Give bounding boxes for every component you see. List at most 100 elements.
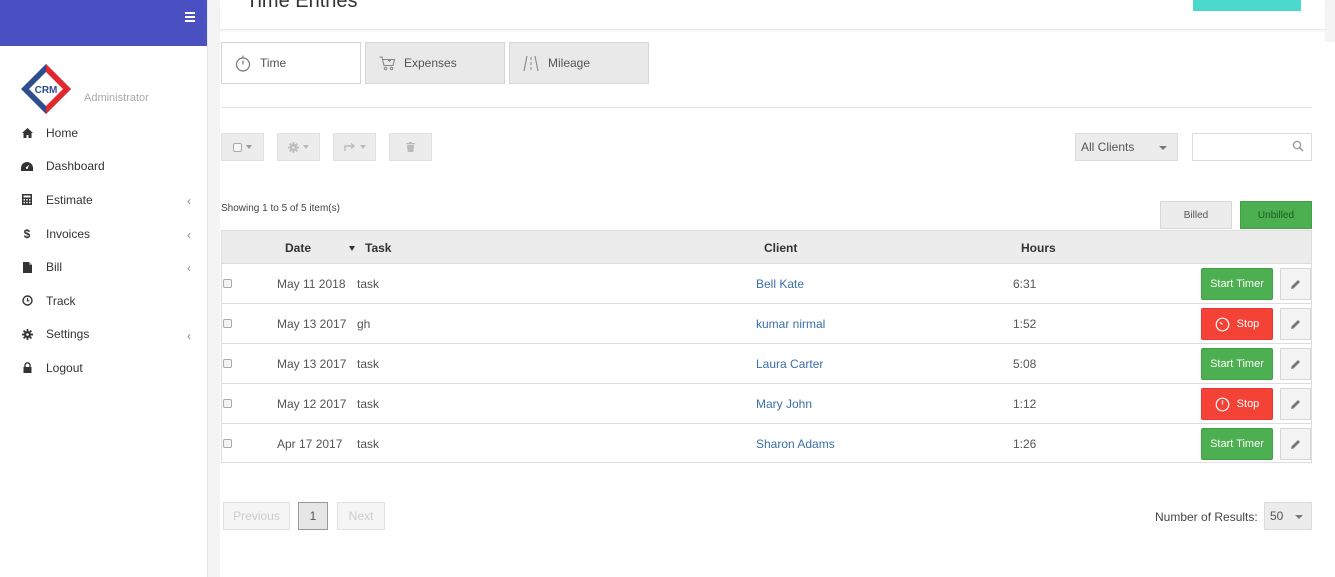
next-page-button[interactable]: Next <box>337 502 385 530</box>
client-filter-select[interactable]: All Clients <box>1075 133 1178 161</box>
stop-timer-button[interactable]: Stop <box>1201 388 1273 420</box>
gear-icon <box>20 327 34 341</box>
actions-dropdown[interactable] <box>277 133 320 161</box>
sidebar-item-dashboard[interactable]: Dashboard <box>0 150 207 184</box>
edit-button[interactable] <box>1280 308 1311 340</box>
table-row: May 11 2018 task Bell Kate 6:31 Start Ti… <box>222 264 1311 304</box>
unbilled-toggle[interactable]: Unbilled <box>1240 201 1312 229</box>
row-hours: 6:31 <box>1013 277 1037 291</box>
search-box <box>1192 133 1312 161</box>
tab-mileage[interactable]: Mileage <box>509 42 649 84</box>
row-checkbox[interactable] <box>223 279 232 288</box>
start-timer-button[interactable]: Start Timer <box>1201 268 1273 300</box>
sidebar-nav: Home Dashboard Estimate ‹ $ Invoices ‹ B… <box>0 116 207 385</box>
pencil-icon <box>1291 279 1300 289</box>
road-icon <box>522 54 540 72</box>
sidebar-item-label: Logout <box>46 360 83 375</box>
sidebar-item-invoices[interactable]: $ Invoices ‹ <box>0 217 207 251</box>
table-row: Apr 17 2017 task Sharon Adams 1:26 Start… <box>222 424 1311 462</box>
sidebar-item-label: Estimate <box>46 192 93 207</box>
row-client-link[interactable]: kumar nirmal <box>756 317 825 331</box>
edit-button[interactable] <box>1280 268 1311 300</box>
sidebar: CRM Administrator Home Dashboard Estimat… <box>0 0 208 577</box>
select-all-dropdown[interactable] <box>221 133 264 161</box>
sidebar-item-home[interactable]: Home <box>0 116 207 150</box>
column-header-client[interactable]: Client <box>764 241 797 255</box>
lock-icon <box>20 361 34 375</box>
row-date: May 13 2017 <box>277 317 347 331</box>
edit-button[interactable] <box>1280 388 1311 420</box>
row-task: task <box>357 277 380 291</box>
logo-text: CRM <box>35 85 58 96</box>
page-1-button[interactable]: 1 <box>298 502 328 530</box>
results-per-page-select[interactable]: 50 <box>1264 502 1312 530</box>
sidebar-item-track[interactable]: Track <box>0 284 207 318</box>
dashboard-icon <box>20 159 34 173</box>
file-icon <box>20 260 34 274</box>
tab-time[interactable]: Time <box>221 42 361 84</box>
pencil-icon <box>1291 399 1300 409</box>
sidebar-item-settings[interactable]: Settings ‹ <box>0 318 207 352</box>
row-date: May 11 2018 <box>277 277 346 291</box>
menu-toggle-icon[interactable] <box>185 12 195 22</box>
sidebar-item-label: Bill <box>46 260 63 275</box>
sidebar-item-logout[interactable]: Logout <box>0 351 207 385</box>
tab-label: Expenses <box>404 56 457 70</box>
row-client-link[interactable]: Sharon Adams <box>756 437 835 451</box>
tab-label: Time <box>260 56 287 70</box>
divider <box>221 107 1312 108</box>
row-hours: 5:08 <box>1013 357 1037 371</box>
dollar-icon: $ <box>23 226 31 241</box>
stop-timer-button[interactable]: Stop <box>1201 308 1273 340</box>
sidebar-item-label: Settings <box>46 327 90 342</box>
column-header-task[interactable]: Task <box>365 241 391 255</box>
row-hours: 1:26 <box>1013 437 1037 451</box>
page-header: Time Entries <box>220 0 1325 30</box>
row-checkbox[interactable] <box>223 359 232 368</box>
table-header: Date Task Client Hours <box>222 231 1311 264</box>
sidebar-item-bill[interactable]: Bill ‹ <box>0 250 207 284</box>
share-icon <box>343 142 355 151</box>
chevron-left-icon: ‹ <box>187 261 191 276</box>
table-row: May 12 2017 task Mary John 1:12 Stop <box>222 384 1311 424</box>
search-icon[interactable] <box>1292 140 1304 152</box>
column-header-date[interactable]: Date <box>285 241 311 255</box>
row-date: May 12 2017 <box>277 397 347 411</box>
row-checkbox[interactable] <box>223 439 232 448</box>
sidebar-item-estimate[interactable]: Estimate ‹ <box>0 183 207 217</box>
column-header-hours[interactable]: Hours <box>1021 241 1056 255</box>
start-timer-button[interactable]: Start Timer <box>1201 428 1273 460</box>
caret-down-icon <box>246 145 252 149</box>
header-action-button[interactable] <box>1193 0 1301 11</box>
gear-icon <box>288 141 299 153</box>
edit-button[interactable] <box>1280 348 1311 380</box>
row-date: May 13 2017 <box>277 357 347 371</box>
billed-toggle[interactable]: Billed <box>1160 201 1232 229</box>
row-task: task <box>357 437 380 451</box>
caret-down-icon <box>303 145 309 149</box>
move-dropdown[interactable] <box>333 133 376 161</box>
content-gutter-right <box>1325 0 1335 42</box>
row-checkbox[interactable] <box>223 399 232 408</box>
results-summary: Showing 1 to 5 of 5 item(s) <box>221 203 340 214</box>
row-client-link[interactable]: Bell Kate <box>756 277 804 291</box>
results-per-page-label: Number of Results: <box>1155 510 1258 524</box>
row-client-link[interactable]: Laura Carter <box>756 357 823 371</box>
start-timer-button[interactable]: Start Timer <box>1201 348 1273 380</box>
row-hours: 1:12 <box>1013 397 1037 411</box>
row-client-link[interactable]: Mary John <box>756 397 812 411</box>
timer-running-icon <box>1215 317 1230 331</box>
row-task: task <box>357 397 380 411</box>
previous-page-button[interactable]: Previous <box>223 502 290 530</box>
cart-icon <box>378 54 396 72</box>
start-timer-label: Start Timer <box>1210 358 1264 370</box>
row-checkbox[interactable] <box>223 319 232 328</box>
delete-button[interactable] <box>389 133 432 161</box>
home-icon <box>20 126 34 140</box>
edit-button[interactable] <box>1280 428 1311 460</box>
sort-desc-icon[interactable] <box>349 246 355 251</box>
profile: CRM Administrator <box>0 46 207 116</box>
tab-expenses[interactable]: Expenses <box>365 42 505 84</box>
sidebar-header <box>0 0 207 46</box>
sidebar-item-label: Home <box>46 125 79 140</box>
